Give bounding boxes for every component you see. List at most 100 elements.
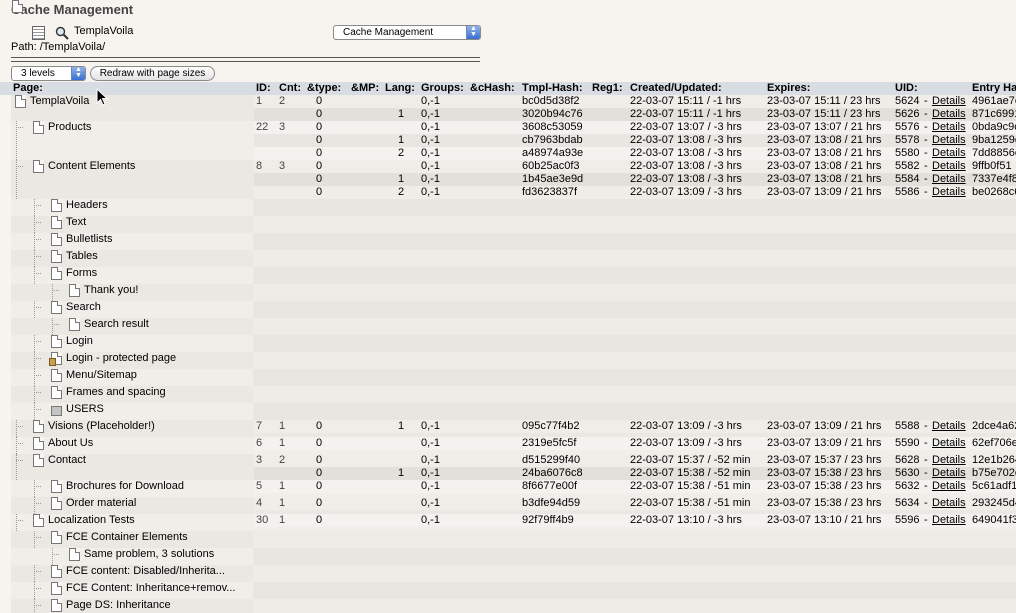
page-title-link[interactable]: Contact (48, 454, 86, 466)
cell-uid: 5582 (895, 160, 920, 172)
page-title-link[interactable]: About Us (48, 437, 93, 449)
page-icon[interactable] (12, 0, 23, 13)
page-title-link[interactable]: Page DS: Inheritance (66, 599, 171, 611)
table-row: TemplaVoila 1 2 0 0,-1 bc0d5d38f2 22-03-07 15:… (11, 95, 1016, 121)
page-icon[interactable] (51, 216, 62, 229)
empty-cells (253, 548, 1016, 565)
folder-icon[interactable] (51, 406, 62, 416)
page-icon[interactable] (69, 548, 80, 561)
page-title-link[interactable]: Text (66, 216, 86, 228)
page-title-link[interactable]: FCE Content: Inheritance+remov... (66, 582, 235, 594)
page-title-link[interactable]: Login (66, 335, 93, 347)
cache-entry: 0 2 0,-1 fd3623837f 22-03-07 13:09 / -3 hrs 2… (254, 186, 1016, 199)
page-title-link[interactable]: Headers (66, 199, 108, 211)
page-icon[interactable] (33, 420, 44, 433)
details-link[interactable]: Details (932, 121, 966, 133)
page-icon[interactable] (33, 514, 44, 527)
page-title-link[interactable]: FCE Container Elements (66, 531, 188, 543)
page-icon[interactable] (51, 497, 62, 510)
page-title-link[interactable]: Order material (66, 497, 136, 509)
cell-entry-hash: 7dd8856e (972, 147, 1016, 159)
page-icon[interactable] (33, 160, 44, 173)
page-icon[interactable] (69, 318, 80, 331)
cell-groups: 0,-1 (421, 420, 440, 432)
empty-cells (253, 284, 1016, 301)
details-link[interactable]: Details (932, 420, 966, 432)
details-link[interactable]: Details (932, 480, 966, 492)
cell-groups: 0,-1 (421, 108, 440, 120)
page-title-link[interactable]: Products (48, 121, 91, 133)
cell-created: 22-03-07 13:08 / -3 hrs (630, 173, 742, 185)
details-link[interactable]: Details (932, 108, 966, 120)
page-title-link[interactable]: Menu/Sitemap (66, 369, 137, 381)
page-title-link[interactable]: Thank you! (84, 284, 138, 296)
locked-page-icon[interactable] (49, 352, 62, 366)
empty-cells (253, 386, 1016, 403)
cell-type: 0 (316, 121, 323, 133)
page-title-link[interactable]: Login - protected page (66, 352, 176, 364)
page-icon[interactable] (51, 386, 62, 399)
details-link[interactable]: Details (932, 497, 966, 509)
page-icon[interactable] (33, 454, 44, 467)
tree-connector (34, 486, 41, 487)
details-link[interactable]: Details (932, 454, 966, 466)
details-link[interactable]: Details (932, 186, 966, 198)
col-cnt: Cnt: (279, 82, 301, 94)
table-row: Bulletlists (11, 233, 1016, 250)
page-title-link[interactable]: FCE content: Disabled/Inherita... (66, 565, 225, 577)
list-view-icon[interactable] (32, 26, 45, 40)
details-link[interactable]: Details (932, 437, 966, 449)
page-title-link[interactable]: Frames and spacing (66, 386, 166, 398)
function-select[interactable]: Cache Management ▲ ▼ (333, 25, 481, 40)
cell-uid: 5580 (895, 147, 920, 159)
cell-groups: 0,-1 (421, 514, 440, 526)
page-title-link[interactable]: Localization Tests (48, 514, 135, 526)
page-title-link[interactable]: USERS (66, 403, 104, 415)
page-icon[interactable] (51, 335, 62, 348)
page-icon[interactable] (69, 284, 80, 297)
page-icon[interactable] (51, 582, 62, 595)
levels-select[interactable]: 3 levels ▲ ▼ (11, 66, 86, 81)
divider (11, 57, 480, 62)
cell-type: 0 (316, 160, 323, 172)
page-icon[interactable] (51, 199, 62, 212)
page-icon[interactable] (51, 233, 62, 246)
page-title-link[interactable]: Content Elements (48, 160, 135, 172)
details-link[interactable]: Details (932, 134, 966, 146)
page-title-link[interactable]: Brochures for Download (66, 480, 184, 492)
page-icon[interactable] (51, 565, 62, 578)
cell-expires: 23-03-07 13:08 / 21 hrs (767, 160, 882, 172)
col-groups: Groups: (421, 82, 464, 94)
cell-type: 0 (316, 497, 323, 509)
redraw-button[interactable]: Redraw with page sizes (90, 66, 215, 81)
page-icon[interactable] (51, 531, 62, 544)
details-link[interactable]: Details (932, 467, 966, 479)
tree-connector (34, 605, 41, 606)
page-title-link[interactable]: Tables (66, 250, 98, 262)
page-icon[interactable] (51, 480, 62, 493)
page-icon[interactable] (15, 95, 26, 108)
details-link[interactable]: Details (932, 160, 966, 172)
page-title-link[interactable]: Same problem, 3 solutions (84, 548, 214, 560)
page-icon[interactable] (33, 437, 44, 450)
page-title-link[interactable]: Bulletlists (66, 233, 112, 245)
cell-expires: 23-03-07 13:08 / 21 hrs (767, 147, 882, 159)
details-link[interactable]: Details (932, 514, 966, 526)
page-title-link[interactable]: Forms (66, 267, 97, 279)
page-icon[interactable] (51, 301, 62, 314)
page-title-link[interactable]: Search (66, 301, 101, 313)
page-icon[interactable] (51, 599, 62, 612)
search-icon[interactable] (55, 26, 69, 40)
details-link[interactable]: Details (932, 147, 966, 159)
page-title-link[interactable]: TemplaVoila (30, 95, 89, 107)
page-icon[interactable] (33, 121, 44, 134)
page-title-link[interactable]: Search result (84, 318, 149, 330)
separator: - (924, 173, 928, 185)
page-title-link[interactable]: Visions (Placeholder!) (48, 420, 155, 432)
details-link[interactable]: Details (932, 95, 966, 107)
details-link[interactable]: Details (932, 173, 966, 185)
page-icon[interactable] (51, 267, 62, 280)
empty-cells (253, 318, 1016, 335)
page-icon[interactable] (51, 369, 62, 382)
page-icon[interactable] (51, 250, 62, 263)
